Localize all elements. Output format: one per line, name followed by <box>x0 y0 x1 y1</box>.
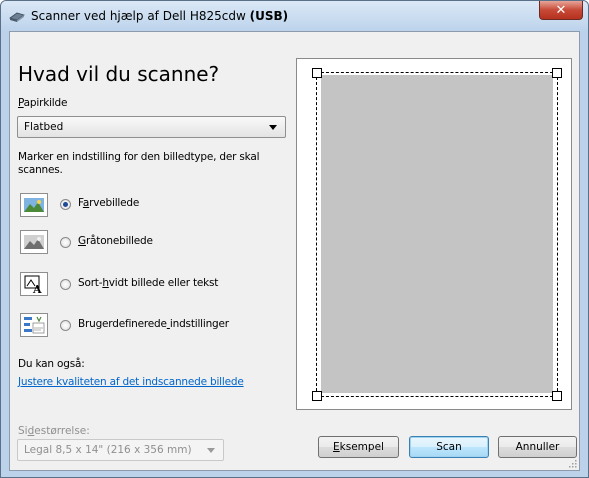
radio-custom-settings[interactable] <box>60 320 71 331</box>
title-bar[interactable]: Scanner ved hjælp af Dell H825cdw (USB) … <box>1 1 588 31</box>
black-white-text-icon[interactable]: A <box>20 272 48 296</box>
paper-source-value: Flatbed <box>24 121 64 133</box>
crop-border-top <box>316 72 558 73</box>
crop-handle-top-left[interactable] <box>312 68 322 78</box>
crop-border-right <box>557 72 558 396</box>
color-photo-icon[interactable] <box>20 193 48 217</box>
close-icon: ✕ <box>555 3 567 18</box>
page-size-dropdown[interactable]: Legal 8,5 x 14" (216 x 356 mm) <box>17 439 224 461</box>
chevron-down-icon <box>207 448 215 453</box>
crop-handle-bottom-right[interactable] <box>552 391 562 401</box>
page-size-value: Legal 8,5 x 14" (216 x 356 mm) <box>24 444 192 456</box>
crop-handle-bottom-left[interactable] <box>312 391 322 401</box>
page-title: Hvad vil du scanne? <box>18 62 220 86</box>
image-type-instruction: Marker en indstilling for den billedtype… <box>18 151 260 176</box>
radio-label-custom-settings[interactable]: Brugerdefinerede indstillinger <box>78 318 229 330</box>
scan-area[interactable] <box>321 75 553 393</box>
page-size-label: Sidestørrelse: <box>18 425 90 437</box>
radio-color-photo[interactable] <box>60 199 71 210</box>
cancel-button[interactable]: Annuller <box>498 436 577 458</box>
custom-settings-icon[interactable] <box>20 313 48 337</box>
crop-border-left <box>316 72 317 396</box>
resize-grip-icon[interactable] <box>567 458 577 468</box>
paper-source-label: Papirkilde <box>18 97 68 109</box>
close-button[interactable]: ✕ <box>539 1 583 20</box>
grayscale-photo-icon[interactable] <box>20 230 48 254</box>
window-title: Scanner ved hjælp af Dell H825cdw (USB) <box>31 9 289 23</box>
radio-black-white[interactable] <box>60 279 71 290</box>
scan-button[interactable]: Scan <box>409 436 489 458</box>
scanner-icon <box>9 12 25 22</box>
radio-label-grayscale-photo[interactable]: Gråtonebillede <box>78 235 153 247</box>
crop-border-bottom <box>316 396 558 397</box>
radio-label-color-photo[interactable]: Farvebillede <box>78 197 139 209</box>
radio-grayscale-photo[interactable] <box>60 237 71 248</box>
paper-source-dropdown[interactable]: Flatbed <box>17 116 286 138</box>
svg-text:A: A <box>32 283 42 295</box>
crop-handle-top-right[interactable] <box>552 68 562 78</box>
radio-label-black-white[interactable]: Sort-hvidt billede eller tekst <box>78 277 218 289</box>
adjust-quality-link[interactable]: Justere kvaliteten af det indscannede bi… <box>18 376 244 388</box>
also-label: Du kan også: <box>18 358 85 370</box>
chevron-down-icon <box>269 125 277 130</box>
preview-button[interactable]: Eksempel <box>318 436 399 458</box>
